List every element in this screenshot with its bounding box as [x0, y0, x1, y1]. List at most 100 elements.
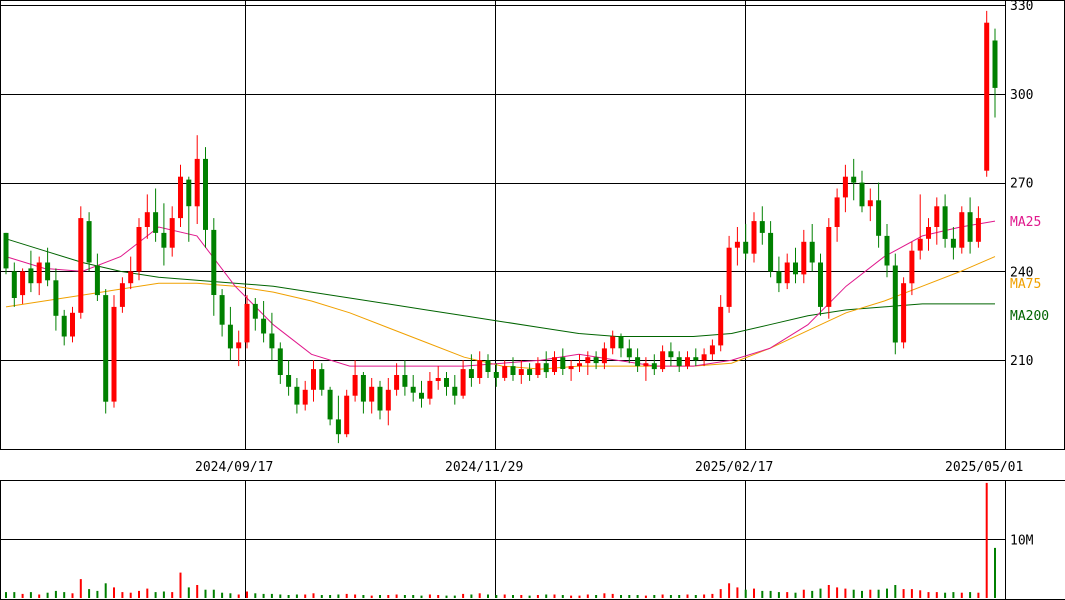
- volume-bar: [295, 594, 298, 598]
- volume-bar: [553, 594, 556, 598]
- candle-up: [477, 360, 483, 378]
- candle-up: [311, 369, 316, 390]
- candle-up: [352, 375, 358, 396]
- volume-bar: [171, 592, 174, 598]
- volume-bar: [503, 594, 506, 598]
- volume-bar: [545, 594, 548, 598]
- volume-bar: [861, 590, 863, 598]
- volume-bar: [570, 595, 573, 598]
- volume-bar: [644, 595, 647, 598]
- volume-bar: [802, 589, 805, 598]
- candle-up: [111, 306, 117, 402]
- volume-bar: [744, 589, 747, 598]
- candle-up: [394, 375, 400, 390]
- volume-bar: [470, 594, 473, 598]
- candle-down: [3, 232, 9, 269]
- volume-bar: [113, 587, 115, 598]
- candle-down: [211, 229, 217, 295]
- volume-bar: [262, 593, 265, 598]
- volume-bar: [254, 593, 257, 598]
- date-label: 2025/02/17: [695, 460, 773, 475]
- candle-down: [809, 241, 815, 263]
- candle-down: [45, 262, 51, 281]
- candle-up: [435, 378, 441, 381]
- volume-bar: [104, 583, 107, 599]
- volume-bar: [29, 592, 32, 598]
- candle-up: [660, 351, 666, 370]
- candle-down: [444, 378, 449, 387]
- candle-down: [859, 182, 865, 207]
- volume-bar: [919, 590, 922, 598]
- candle-up: [709, 345, 715, 355]
- candle-up: [302, 389, 308, 405]
- candle-up: [975, 218, 981, 242]
- candle-down: [593, 357, 599, 364]
- volume-bar: [794, 592, 797, 598]
- volume-bar: [445, 595, 448, 598]
- ma-legend-label: MA25: [1010, 215, 1041, 230]
- volume-bar: [761, 590, 764, 598]
- candle-down: [651, 363, 657, 370]
- volume-bar: [561, 595, 564, 598]
- volume-bar: [694, 595, 697, 598]
- candle-down: [876, 200, 882, 236]
- volume-bar: [320, 595, 323, 598]
- date-axis-labels: 2024/09/17 2024/11/29 2025/02/17 2025/05/01: [195, 460, 1023, 475]
- volume-bar: [611, 593, 614, 598]
- volume-bar: [196, 585, 199, 598]
- candle-up: [842, 176, 848, 198]
- volume-bar: [420, 595, 423, 598]
- candle-down: [668, 351, 674, 358]
- volume-bar: [21, 593, 24, 598]
- price-tick-label: 270: [1010, 177, 1033, 192]
- candle-down: [759, 221, 765, 233]
- candle-up: [144, 212, 150, 227]
- candle-down: [510, 366, 516, 375]
- candle-down: [294, 386, 300, 405]
- volume-bar: [827, 585, 830, 598]
- candle-up: [236, 342, 242, 349]
- volume-bar: [96, 590, 99, 598]
- volume-bar: [246, 591, 248, 598]
- candle-down: [527, 369, 533, 375]
- volume-bar: [811, 590, 814, 598]
- candle-down: [676, 357, 682, 367]
- candle-down: [884, 235, 890, 266]
- volume-bar: [512, 595, 514, 598]
- volume-bar: [79, 579, 82, 598]
- candle-up: [460, 369, 466, 396]
- volume-bar: [212, 589, 215, 598]
- candle-down: [768, 232, 774, 272]
- volume-bar: [121, 592, 124, 598]
- candle-down: [269, 333, 275, 349]
- candle-down: [252, 303, 258, 319]
- candle-down: [468, 369, 474, 378]
- volume-bar: [279, 594, 282, 598]
- volume-bar: [5, 592, 7, 598]
- volume-bar: [686, 594, 689, 598]
- volume-bar: [462, 593, 465, 598]
- candle-down: [186, 179, 192, 207]
- candle-down: [743, 241, 749, 254]
- candle-up: [718, 306, 724, 346]
- volume-bar: [661, 594, 664, 598]
- candle-down: [851, 176, 857, 183]
- ma25-line: [5, 220, 996, 367]
- candle-down: [776, 271, 782, 284]
- candle-up: [535, 363, 541, 375]
- volume-bar: [977, 592, 980, 598]
- candle-up: [169, 218, 175, 248]
- candle-down: [419, 392, 424, 399]
- volume-bar: [395, 594, 398, 598]
- price-tick-label: 210: [1010, 354, 1033, 369]
- candle-up: [909, 250, 915, 284]
- volume-bar: [819, 588, 822, 598]
- volume-bar: [985, 482, 988, 598]
- candle-up: [726, 247, 732, 307]
- volume-bar: [63, 592, 66, 598]
- candle-down: [219, 295, 225, 325]
- candle-up: [119, 283, 125, 307]
- volume-bar: [935, 592, 938, 598]
- candle-down: [335, 419, 341, 435]
- candle-down: [818, 262, 823, 307]
